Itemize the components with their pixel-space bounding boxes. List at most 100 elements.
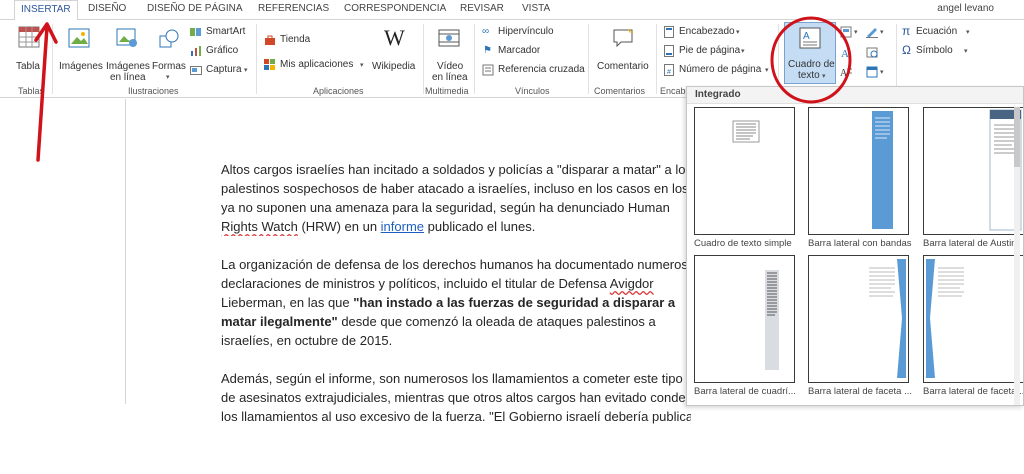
group-label-ilustraciones: Ilustraciones [128, 86, 179, 96]
informe-link[interactable]: informe [381, 219, 424, 234]
header-icon [664, 26, 674, 38]
wordart-icon[interactable]: A [840, 46, 852, 58]
chart-icon [191, 46, 201, 56]
thumbnail-facet-sidebar [926, 259, 964, 378]
document-body[interactable]: Altos cargos israelíes han incitado a so… [221, 160, 691, 426]
video-label-2: en línea [432, 72, 468, 83]
wikipedia-button[interactable]: W Wikipedia [370, 24, 420, 84]
svg-text:A: A [803, 31, 810, 42]
referencia-cruzada-label: Referencia cruzada [498, 64, 585, 75]
video-en-linea-button[interactable]: Vídeo en línea [426, 24, 472, 84]
gallery-item-label: Barra lateral con bandas [808, 238, 912, 249]
object-icon[interactable] [866, 66, 878, 78]
text-line: declaraciones de ministros y políticos, … [221, 276, 610, 291]
comment-icon [613, 28, 633, 48]
drop-cap-icon[interactable]: A [840, 66, 852, 78]
gallery-item-cuadro-simple[interactable] [694, 107, 795, 235]
mis-aplicaciones-button[interactable]: Mis aplicaciones ▾ [264, 58, 370, 72]
tab-diseno-de-pagina[interactable]: DISEÑO DE PÁGINA [147, 3, 243, 14]
comentario-label: Comentario [597, 61, 649, 72]
captura-button[interactable]: Captura ▾ [190, 63, 252, 77]
text-box-gallery: Integrado Cuadro de texto simple Barra l… [686, 86, 1024, 406]
hipervinculo-button[interactable]: ∞ Hipervínculo [482, 25, 572, 39]
user-name[interactable]: angel levano [937, 3, 994, 14]
link-icon: ∞ [482, 26, 490, 37]
chevron-down-icon: ▾ [765, 67, 769, 74]
formas-button[interactable]: Formas ▾ [150, 24, 188, 84]
cuadro-de-texto-button[interactable]: A Cuadro de texto ▾ [784, 22, 836, 84]
simbolo-button[interactable]: Ω Símbolo ▾ [902, 44, 972, 58]
apps-icon [264, 59, 275, 70]
cross-reference-icon [482, 64, 494, 76]
tab-insertar[interactable]: INSERTAR [14, 0, 78, 21]
ecuacion-label: Ecuación [916, 26, 958, 37]
group-label-vinculos: Vínculos [515, 86, 550, 96]
paragraph: La organización de defensa de los derech… [221, 255, 691, 350]
tab-revisar[interactable]: REVISAR [460, 3, 504, 14]
separator [896, 24, 897, 94]
text-line: (HRW) en un [297, 219, 381, 234]
referencia-cruzada-button[interactable]: Referencia cruzada [482, 63, 586, 77]
gallery-section-header: Integrado [687, 87, 1023, 104]
gallery-item-barra-faceta-1[interactable] [808, 255, 909, 383]
gallery-item-label: Cuadro de texto simple [694, 238, 792, 249]
imagenes-en-linea-button[interactable]: Imágenes en línea [104, 24, 150, 84]
separator [474, 24, 475, 94]
table-label: Tabla [16, 61, 40, 72]
smartart-button[interactable]: SmartArt [190, 25, 250, 39]
encabezado-button[interactable]: Encabezado ▾ [664, 25, 744, 39]
video-label-1: Vídeo [437, 61, 464, 72]
signature-line-icon[interactable] [866, 26, 878, 38]
gallery-item-barra-austin[interactable] [923, 107, 1023, 235]
footer-icon [664, 45, 674, 57]
gallery-item-barra-faceta-2[interactable] [923, 255, 1023, 383]
paragraph: Además, según el informe, son numerosos … [221, 369, 691, 426]
group-label-aplicaciones: Aplicaciones [313, 86, 364, 96]
svg-text:A: A [840, 68, 848, 78]
text-line: Avigdor [609, 276, 654, 291]
tab-vista[interactable]: VISTA [522, 3, 550, 14]
group-label-encabezado: Encab [660, 86, 686, 96]
text-line: los llamamientos al uso excesivo de la f… [221, 409, 691, 424]
separator [656, 24, 657, 94]
separator [588, 24, 589, 94]
ecuacion-button[interactable]: π Ecuación ▾ [902, 25, 976, 39]
text-line: Rights Watch [221, 219, 298, 234]
grafico-button[interactable]: Gráfico [190, 44, 250, 58]
separator [52, 24, 53, 94]
imagenes-button[interactable]: Imágenes [56, 24, 103, 84]
text-line: desde que comenzó la oleada de ataques p… [337, 314, 656, 329]
mis-aplicaciones-label: Mis aplicaciones [280, 59, 354, 70]
tab-correspondencia[interactable]: CORRESPONDENCIA [344, 3, 446, 14]
imagenes-label: Imágenes [59, 61, 103, 72]
comentario-button[interactable]: Comentario [592, 24, 654, 84]
chevron-down-icon: ▾ [741, 48, 745, 55]
chevron-down-icon: ▾ [166, 74, 170, 81]
gallery-item-barra-bandas[interactable] [808, 107, 909, 235]
numero-de-pagina-button[interactable]: # Número de página ▾ [664, 63, 774, 77]
marcador-button[interactable]: ⚑ Marcador [482, 44, 572, 58]
encabezado-label: Encabezado [679, 26, 735, 37]
chevron-down-icon: ▾ [854, 29, 858, 36]
thumbnail-grid-sidebar [765, 270, 779, 370]
tienda-button[interactable]: Tienda [264, 33, 324, 47]
online-picture-icon [116, 28, 137, 47]
chevron-down-icon: ▾ [880, 29, 884, 36]
text-line: "han instado a las fuerzas de seguridad … [353, 295, 676, 310]
thumbnail-facet-sidebar [869, 259, 906, 378]
tab-diseno[interactable]: DISEÑO [88, 3, 126, 14]
text-box-icon: A [799, 27, 821, 49]
tab-referencias[interactable]: REFERENCIAS [258, 3, 329, 14]
quick-parts-icon[interactable] [840, 26, 852, 38]
date-time-icon[interactable] [866, 46, 878, 58]
gallery-item-label: Barra lateral de cuadrí... [694, 386, 796, 397]
separator [256, 24, 257, 94]
cuadro-de-texto-label-1: Cuadro de [788, 59, 835, 70]
chevron-down-icon: ▾ [736, 29, 740, 36]
pie-de-pagina-button[interactable]: Pie de página ▾ [664, 44, 750, 58]
table-button[interactable]: Tabla [12, 24, 46, 84]
gallery-item-barra-cuadricula[interactable] [694, 255, 795, 383]
left-margin-area [0, 99, 126, 404]
ribbon-tab-bar: INSERTAR DISEÑO DISEÑO DE PÁGINA REFEREN… [0, 0, 1024, 21]
gallery-scrollbar[interactable] [1011, 107, 1023, 406]
